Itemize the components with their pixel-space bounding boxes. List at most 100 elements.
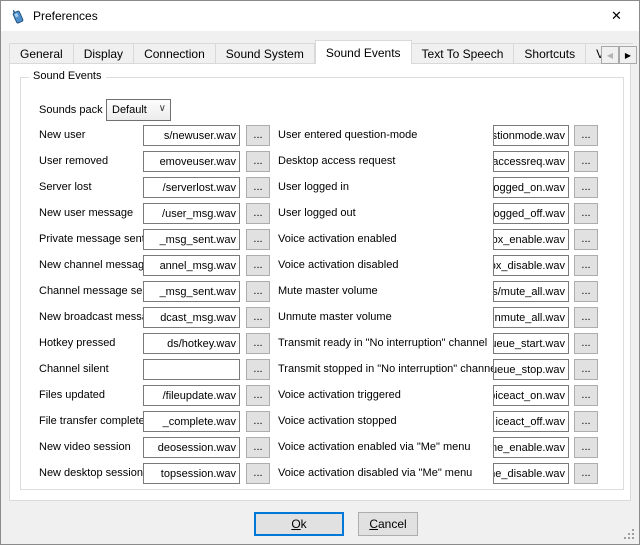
browse-button[interactable]: ... [574, 437, 598, 458]
browse-button[interactable]: ... [246, 177, 270, 198]
sound-file-input[interactable]: /user_msg.wav [143, 203, 240, 224]
tab-display[interactable]: Display [74, 43, 134, 64]
browse-button[interactable]: ... [574, 359, 598, 380]
sound-file-input[interactable]: s/mute_all.wav [493, 281, 569, 302]
sound-event-row: New desktop session topsession.wav ... [39, 463, 272, 484]
tab-panel: Sound Events Sounds pack Default ∨ New u… [9, 63, 631, 501]
sound-event-row: Files updated /fileupdate.wav ... [39, 385, 272, 406]
sound-file-input[interactable]: ne_enable.wav [493, 437, 569, 458]
sound-file-input[interactable] [143, 359, 240, 380]
browse-button[interactable]: ... [574, 255, 598, 276]
browse-button[interactable]: ... [246, 229, 270, 250]
sound-file-input[interactable]: ox_disable.wav [493, 255, 569, 276]
tab-shortcuts[interactable]: Shortcuts [514, 43, 586, 64]
tab-sound-events[interactable]: Sound Events [315, 40, 412, 64]
sound-file-value: ueue_start.wav [493, 338, 565, 350]
sound-file-input[interactable]: /fileupdate.wav [143, 385, 240, 406]
sound-event-label: Voice activation disabled [278, 255, 398, 276]
tab-scroll-right-button[interactable]: ▶ [619, 46, 637, 64]
sound-events-group: Sound Events Sounds pack Default ∨ New u… [20, 77, 624, 490]
tab-general[interactable]: General [9, 43, 74, 64]
sound-file-value: accessreq.wav [493, 156, 565, 168]
sound-file-input[interactable]: ds/hotkey.wav [143, 333, 240, 354]
sound-event-row: Server lost /serverlost.wav ... [39, 177, 272, 198]
sound-file-value: s/newuser.wav [164, 130, 236, 142]
sound-event-label: Desktop access request [278, 151, 395, 172]
sound-file-input[interactable]: s/newuser.wav [143, 125, 240, 146]
sound-file-input[interactable]: unmute_all.wav [493, 307, 569, 328]
sound-file-value: _msg_sent.wav [160, 234, 236, 246]
browse-button[interactable]: ... [246, 333, 270, 354]
browse-button[interactable]: ... [246, 437, 270, 458]
browse-button[interactable]: ... [574, 307, 598, 328]
browse-button[interactable]: ... [246, 203, 270, 224]
resize-grip[interactable] [624, 529, 636, 541]
browse-button[interactable]: ... [246, 463, 270, 484]
sound-event-label: Private message sent [39, 229, 145, 250]
sound-file-value: unmute_all.wav [493, 312, 565, 324]
sound-file-input[interactable]: annel_msg.wav [143, 255, 240, 276]
browse-button[interactable]: ... [574, 203, 598, 224]
browse-button[interactable]: ... [574, 177, 598, 198]
browse-button[interactable]: ... [246, 125, 270, 146]
sound-file-input[interactable]: ueue_start.wav [493, 333, 569, 354]
sound-event-label: Voice activation triggered [278, 385, 401, 406]
sound-event-row: Voice activation disabled via "Me" menu … [278, 463, 600, 484]
sound-file-input[interactable]: _msg_sent.wav [143, 281, 240, 302]
tab-sound-system[interactable]: Sound System [216, 43, 315, 64]
sound-file-value: _msg_sent.wav [160, 286, 236, 298]
sound-event-row: New user s/newuser.wav ... [39, 125, 272, 146]
browse-button[interactable]: ... [246, 307, 270, 328]
sound-file-input[interactable]: ueue_stop.wav [493, 359, 569, 380]
sound-file-input[interactable]: _msg_sent.wav [143, 229, 240, 250]
browse-button[interactable]: ... [246, 151, 270, 172]
browse-button[interactable]: ... [574, 411, 598, 432]
browse-button[interactable]: ... [574, 151, 598, 172]
sound-file-input[interactable]: ne_disable.wav [493, 463, 569, 484]
tab-connection[interactable]: Connection [134, 43, 216, 64]
tab-scroll-left-button[interactable]: ◀ [601, 46, 619, 64]
sound-event-label: Voice activation enabled [278, 229, 397, 250]
sound-file-input[interactable]: ogged_off.wav [493, 203, 569, 224]
sound-event-row: Voice activation stopped iceact_off.wav … [278, 411, 600, 432]
sound-file-input[interactable]: /serverlost.wav [143, 177, 240, 198]
sound-file-input[interactable]: ox_enable.wav [493, 229, 569, 250]
sound-file-input[interactable]: logged_on.wav [493, 177, 569, 198]
sound-event-row: Voice activation disabled ox_disable.wav… [278, 255, 600, 276]
sound-file-input[interactable]: emoveuser.wav [143, 151, 240, 172]
sound-event-label: Voice activation enabled via "Me" menu [278, 437, 470, 458]
sound-file-input[interactable]: iceact_off.wav [493, 411, 569, 432]
sound-event-label: Voice activation disabled via "Me" menu [278, 463, 472, 484]
browse-button[interactable]: ... [574, 229, 598, 250]
sound-file-input[interactable]: deosession.wav [143, 437, 240, 458]
browse-button[interactable]: ... [246, 255, 270, 276]
browse-button[interactable]: ... [246, 411, 270, 432]
sound-file-input[interactable]: oiceact_on.wav [493, 385, 569, 406]
sound-file-input[interactable]: accessreq.wav [493, 151, 569, 172]
browse-button[interactable]: ... [574, 385, 598, 406]
window-title: Preferences [33, 9, 98, 23]
ok-button[interactable]: Ok [254, 512, 344, 536]
browse-button[interactable]: ... [246, 359, 270, 380]
sound-file-input[interactable]: dcast_msg.wav [143, 307, 240, 328]
tab-text-to-speech[interactable]: Text To Speech [412, 43, 515, 64]
browse-button[interactable]: ... [574, 463, 598, 484]
sound-event-label: User entered question-mode [278, 125, 417, 146]
browse-button[interactable]: ... [574, 333, 598, 354]
sound-file-input[interactable]: stionmode.wav [493, 125, 569, 146]
sound-event-label: Server lost [39, 177, 92, 198]
cancel-button[interactable]: Cancel [358, 512, 418, 536]
sound-rows-right: User entered question-mode stionmode.wav… [278, 78, 600, 489]
sound-file-input[interactable]: _complete.wav [143, 411, 240, 432]
close-icon[interactable]: ✕ [594, 1, 639, 31]
browse-button[interactable]: ... [574, 281, 598, 302]
browse-button[interactable]: ... [246, 281, 270, 302]
sound-file-value: ogged_off.wav [494, 208, 565, 220]
browse-button[interactable]: ... [246, 385, 270, 406]
browse-button[interactable]: ... [574, 125, 598, 146]
sound-event-row: File transfer complete _complete.wav ... [39, 411, 272, 432]
sound-file-input[interactable]: topsession.wav [143, 463, 240, 484]
app-icon [10, 8, 26, 24]
sound-file-value: /user_msg.wav [162, 208, 236, 220]
sound-file-value: ueue_stop.wav [493, 364, 565, 376]
